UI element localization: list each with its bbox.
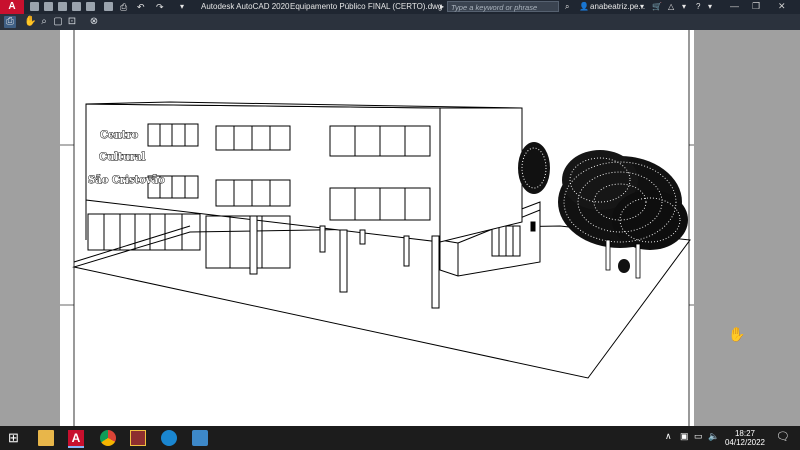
pan-hand-cursor-icon: ✋: [728, 326, 746, 342]
title-bar: A ⎙ ↶ ↷ ▾ Autodesk AutoCAD 2020 Equipame…: [0, 0, 800, 14]
minimize-icon[interactable]: —: [730, 1, 739, 11]
clock[interactable]: 18:27 04/12/2022: [722, 429, 768, 447]
close-preview-icon[interactable]: ⊗: [88, 16, 100, 28]
autodesk-app-icon[interactable]: △: [668, 2, 674, 11]
autocad-taskbar-icon[interactable]: A: [68, 430, 84, 448]
open-file-icon[interactable]: [44, 2, 53, 11]
volume-icon[interactable]: 🔈: [708, 431, 719, 442]
cart-icon[interactable]: 🛒: [652, 2, 662, 11]
search-expand-icon[interactable]: ▸: [440, 2, 444, 11]
quick-access-dropdown-icon[interactable]: ▾: [180, 2, 184, 11]
pan-icon[interactable]: ✋: [24, 16, 36, 28]
chrome-icon[interactable]: [100, 430, 116, 446]
print-icon[interactable]: ⎙: [4, 16, 16, 28]
windows-taskbar: ⊞ A ∧ ▣ ▭ 🔈 18:27 04/12/2022 🗨: [0, 426, 800, 450]
tray-device-icon[interactable]: ▣: [680, 431, 689, 442]
clock-time: 18:27: [734, 429, 756, 438]
sign-line-1: Centro: [100, 130, 138, 141]
file-explorer-icon[interactable]: [38, 430, 54, 446]
app-icon[interactable]: [192, 430, 208, 446]
save-icon[interactable]: [58, 2, 67, 11]
plot-icon[interactable]: [104, 2, 113, 11]
tray-chevron-icon[interactable]: ∧: [665, 431, 672, 442]
app-dropdown-icon[interactable]: ▾: [682, 2, 686, 11]
sign-line-3: São Cristovão: [88, 175, 165, 186]
zoom-window-icon[interactable]: ▢: [52, 16, 64, 28]
window-title-file: Equipamento Público FINAL (CERTO).dwg: [290, 2, 443, 11]
preview-toolbar: ⎙ ✋ ⌕ ▢ ⊡ ⊗: [0, 14, 800, 30]
user-dropdown-icon[interactable]: ▾: [640, 2, 644, 11]
column: [431, 235, 440, 309]
redo-icon[interactable]: ↷: [156, 2, 164, 13]
column: [249, 215, 258, 275]
column: [339, 229, 348, 293]
winrar-icon[interactable]: [130, 430, 146, 446]
drawing-canvas[interactable]: Centro Cultural São Cristovão ✋: [0, 30, 800, 426]
save-as-icon[interactable]: [72, 2, 81, 11]
network-icon[interactable]: ▭: [694, 431, 703, 442]
help-dropdown-icon[interactable]: ▾: [708, 2, 712, 11]
edge-icon[interactable]: [161, 430, 177, 446]
restore-icon[interactable]: ❐: [752, 1, 760, 12]
column: [319, 225, 326, 253]
drawing-svg: Centro Cultural São Cristovão: [60, 30, 694, 426]
zoom-original-icon[interactable]: ⊡: [66, 16, 78, 28]
user-icon[interactable]: 👤: [579, 2, 589, 11]
windows-start-icon[interactable]: ⊞: [8, 430, 24, 446]
column: [403, 235, 410, 267]
column: [359, 229, 366, 245]
notification-icon[interactable]: 🗨: [776, 430, 790, 443]
sign-line-2: Cultural: [99, 152, 146, 163]
undo-icon[interactable]: ↶: [137, 2, 145, 13]
help-icon[interactable]: ?: [696, 2, 700, 11]
clock-date: 04/12/2022: [724, 438, 766, 447]
print-icon[interactable]: ⎙: [120, 2, 127, 13]
search-input[interactable]: Type a keyword or phrase: [447, 1, 559, 12]
web-mobile-icon[interactable]: [86, 2, 95, 11]
user-name[interactable]: anabeatriz.pe...: [590, 2, 645, 11]
window-title-app: Autodesk AutoCAD 2020: [201, 2, 290, 11]
zoom-icon[interactable]: ⌕: [38, 16, 50, 28]
close-icon[interactable]: ✕: [778, 1, 786, 12]
binoculars-icon[interactable]: ⌕: [565, 2, 569, 12]
autocad-logo-icon[interactable]: A: [0, 0, 24, 14]
new-file-icon[interactable]: [30, 2, 39, 11]
main-side-wall: [439, 107, 523, 243]
